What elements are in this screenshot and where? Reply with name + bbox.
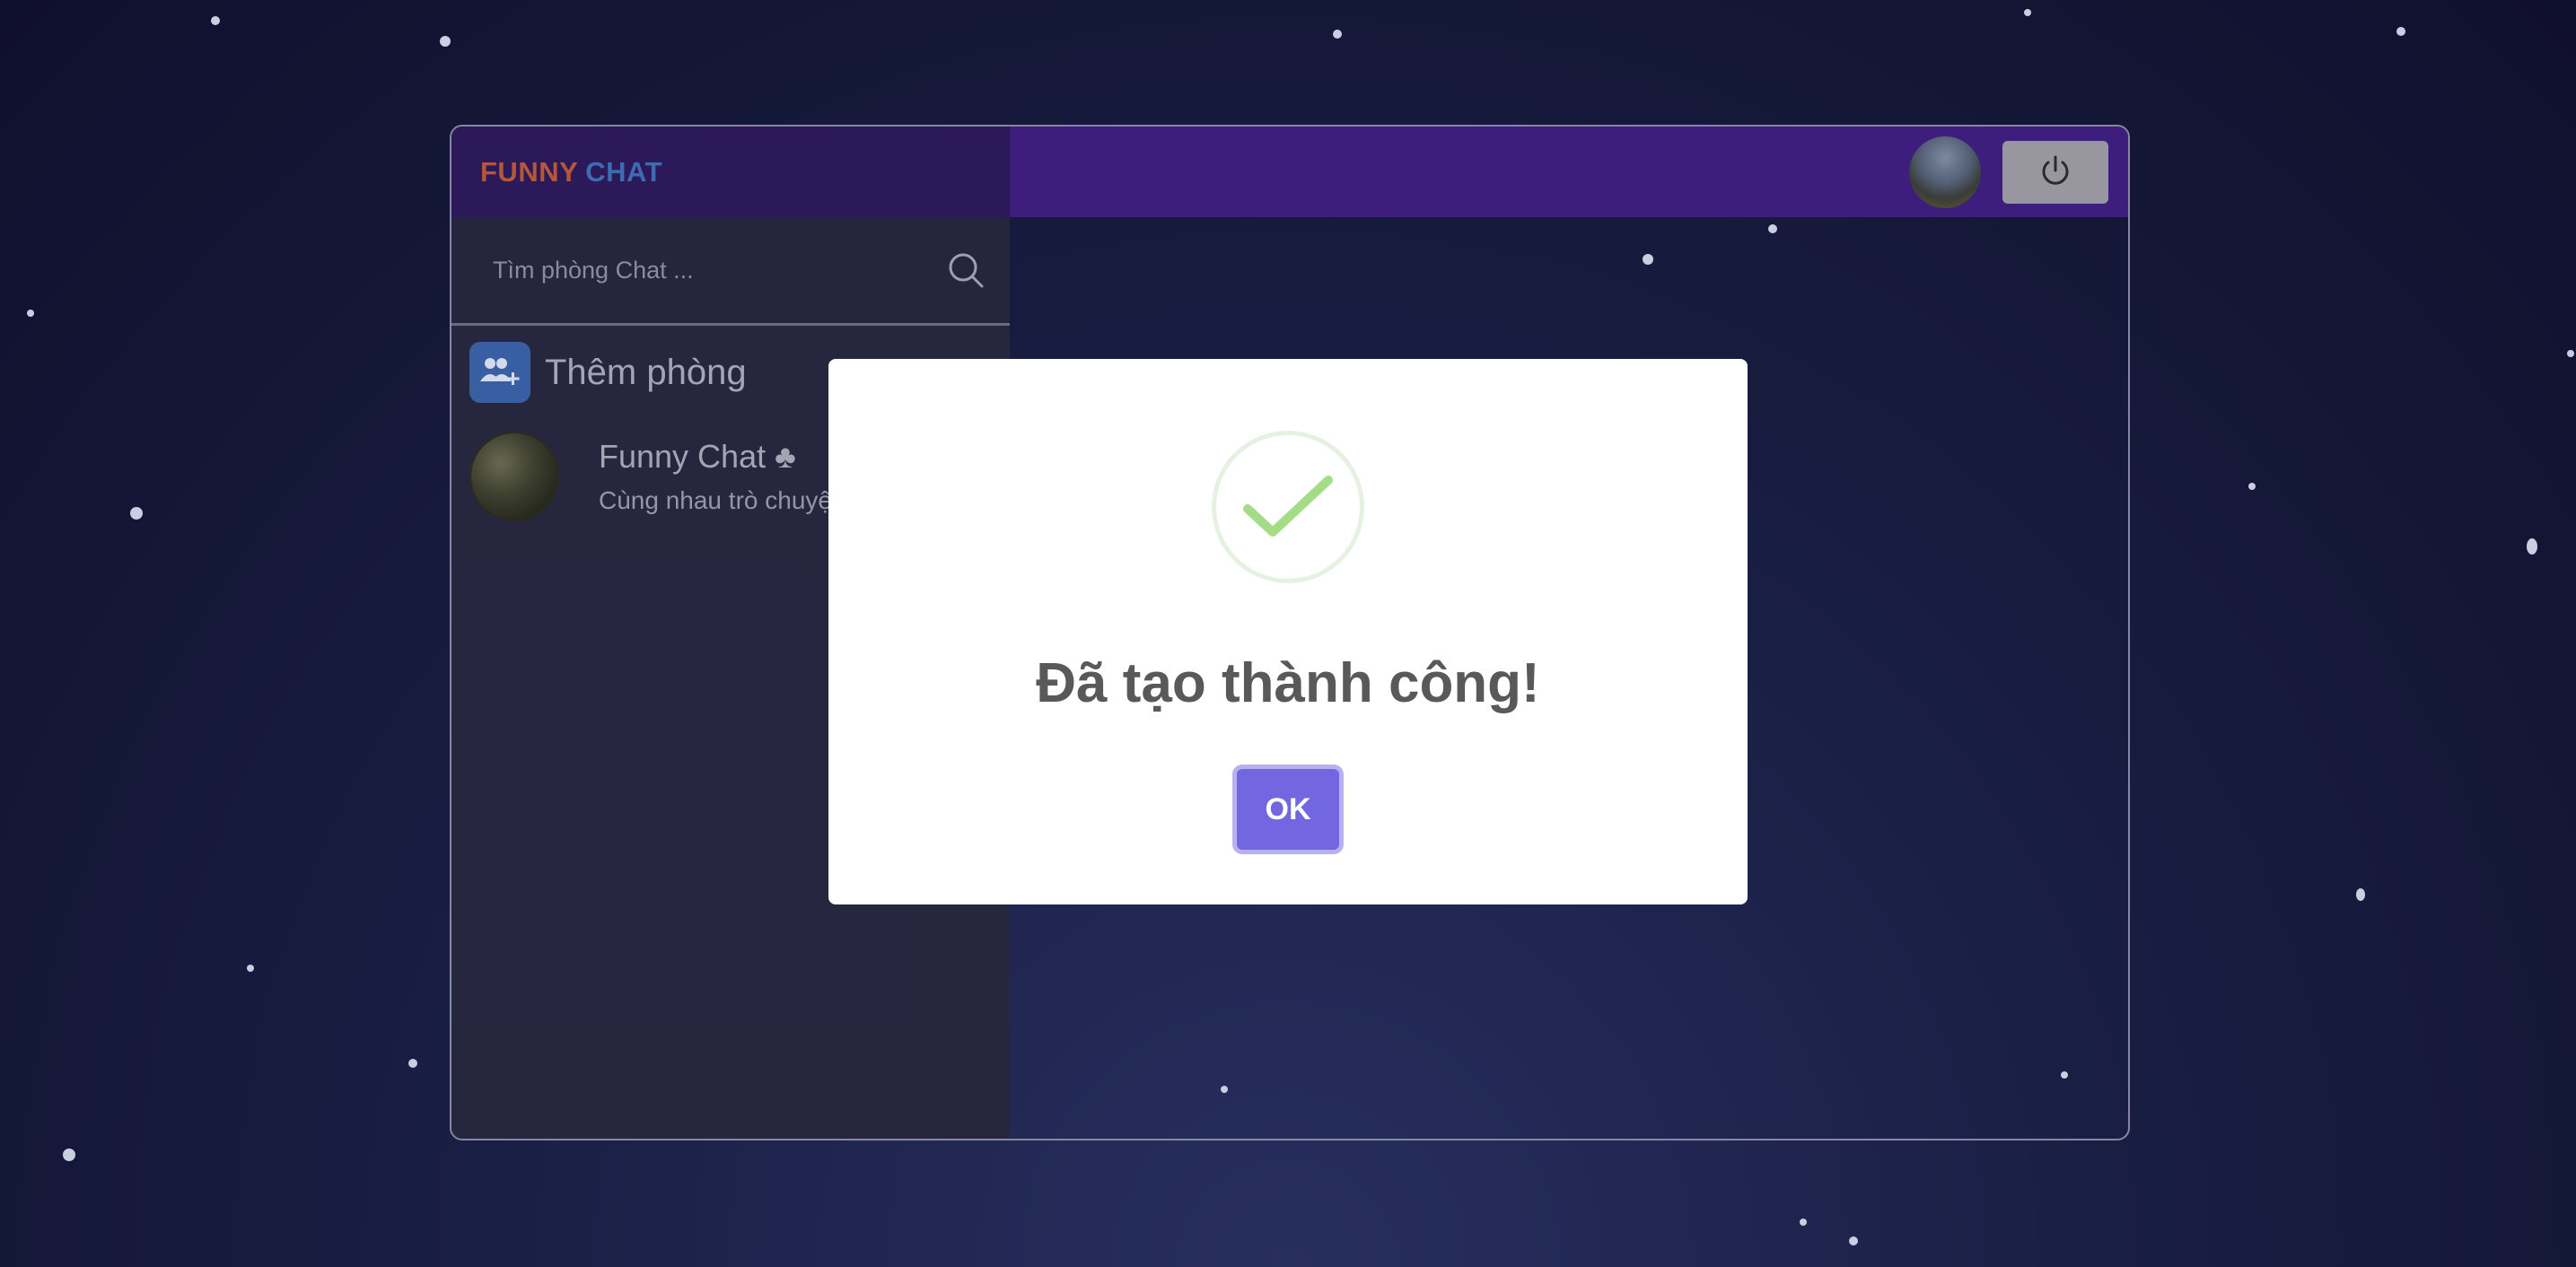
ok-button[interactable]: OK (1237, 769, 1339, 850)
success-dialog: Đã tạo thành công! OK (828, 359, 1748, 904)
success-check-icon (1212, 431, 1364, 583)
dialog-title: Đã tạo thành công! (1036, 652, 1540, 714)
